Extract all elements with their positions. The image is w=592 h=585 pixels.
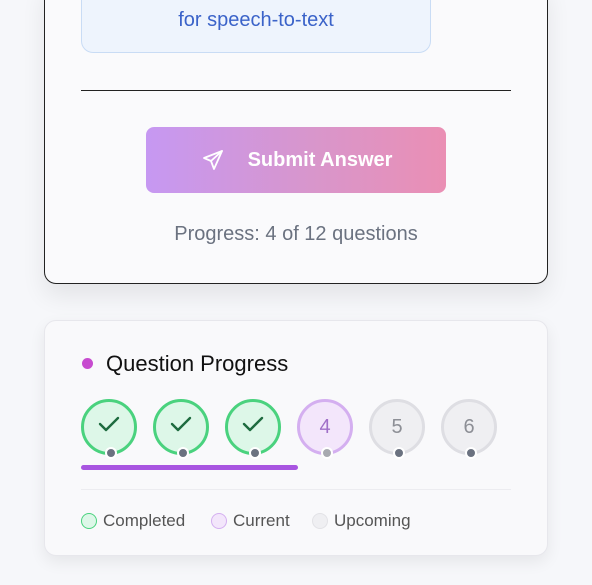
step-1-indicator: [105, 447, 117, 459]
divider: [81, 90, 511, 91]
progress-text: Progress: 4 of 12 questions: [174, 223, 418, 245]
hint-text: for speech-to-text: [178, 9, 334, 31]
legend-current-label: Current: [233, 511, 290, 530]
legend-completed: Completed: [81, 511, 185, 531]
step-5-number: 5: [391, 415, 403, 438]
step-6-number: 6: [463, 415, 475, 438]
question-progress-title: Question Progress: [106, 351, 289, 376]
completed-swatch: [81, 513, 97, 529]
step-6-indicator: [465, 447, 477, 459]
title-dot-icon: [82, 358, 93, 369]
send-icon: [200, 148, 226, 172]
legend-upcoming: Upcoming: [312, 511, 411, 531]
hint-partial-line: y p: [82, 0, 430, 1]
legend-current: Current: [211, 511, 290, 531]
legend-divider: [81, 489, 511, 490]
progress-track: [81, 465, 298, 470]
step-2-indicator: [177, 447, 189, 459]
check-icon: [241, 414, 265, 440]
submit-answer-label: Submit Answer: [247, 148, 393, 171]
legend-upcoming-label: Upcoming: [334, 511, 411, 530]
current-swatch: [211, 513, 227, 529]
answer-card: y p for speech-to-text Submit Answer Pro…: [44, 0, 548, 284]
legend-completed-label: Completed: [103, 511, 186, 530]
check-icon: [169, 414, 193, 440]
step-4-indicator: [321, 447, 333, 459]
question-progress-card: Question Progress 4 5 6 Completed Curren…: [44, 320, 548, 556]
step-5-indicator: [393, 447, 405, 459]
step-3-indicator: [249, 447, 261, 459]
upcoming-swatch: [312, 513, 328, 529]
submit-answer-button[interactable]: Submit Answer: [146, 127, 446, 193]
speech-hint-box: y p for speech-to-text: [81, 0, 431, 53]
check-icon: [97, 414, 121, 440]
step-4-number: 4: [319, 415, 331, 438]
